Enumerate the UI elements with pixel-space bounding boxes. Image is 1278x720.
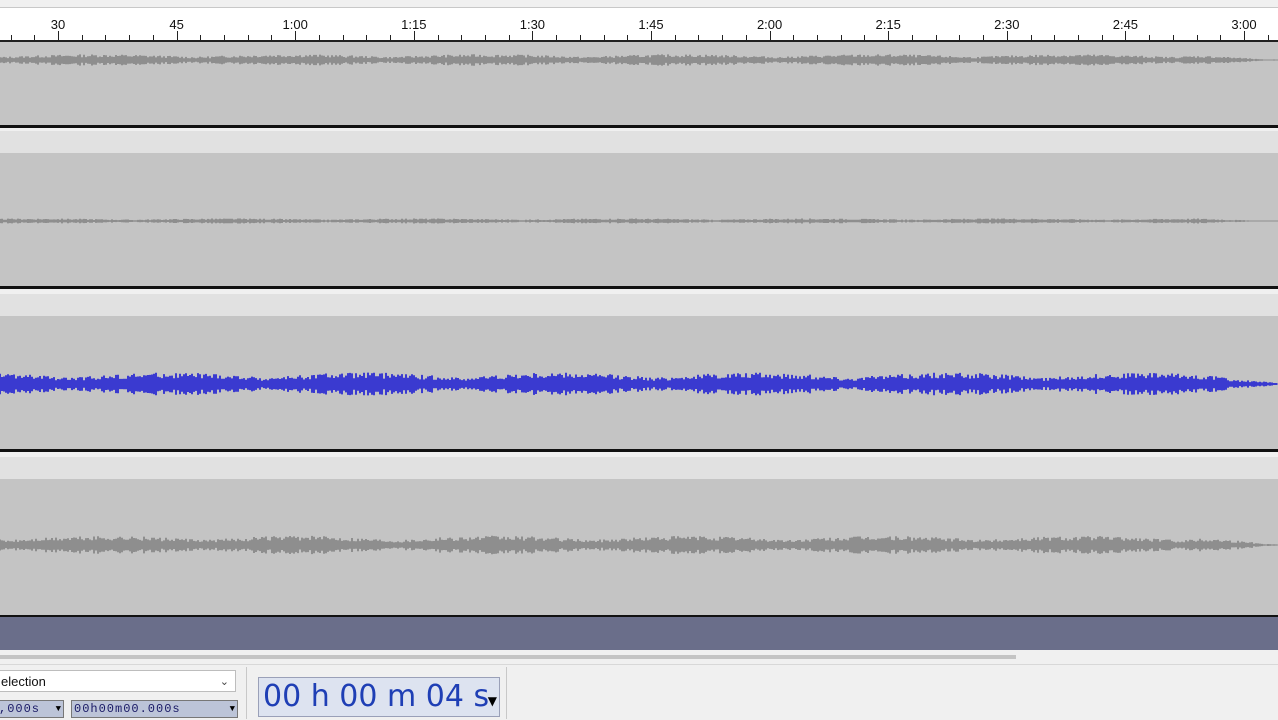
ruler-tick (1077, 35, 1079, 40)
ruler-tick (484, 35, 486, 40)
ruler-tick (152, 35, 154, 40)
ruler-tick (888, 31, 890, 40)
ruler-tick (1172, 35, 1174, 40)
ruler-tick (911, 35, 913, 40)
ruler-tick (959, 35, 961, 40)
waveform-4 (0, 535, 1278, 555)
ruler-tick (176, 31, 178, 40)
selection-start-value: ,000s (0, 702, 41, 716)
ruler-tick (983, 35, 985, 40)
ruler-label: 2:45 (1112, 17, 1139, 32)
ruler-tick (390, 35, 392, 40)
selection-end-value: 00h00m00.000s (74, 702, 181, 716)
track-gap (0, 457, 1278, 479)
ruler-tick (603, 35, 605, 40)
ruler-tick (579, 35, 581, 40)
audio-position-display[interactable]: 00 h 00 m 04 s ▼ (258, 677, 500, 717)
ruler-label: 2:00 (756, 17, 783, 32)
selection-end-time[interactable]: 00h00m00.000s ▼ (71, 700, 238, 718)
ruler-tick (674, 35, 676, 40)
ruler-tick (864, 35, 866, 40)
timeline-ruler[interactable]: 30 45 1:00 1:15 1:30 1:45 2:00 2:15 2:30 2:45 3:00 (0, 8, 1278, 42)
audio-position-value: 00 h 00 m 04 s (263, 679, 490, 714)
ruler-tick (508, 35, 510, 40)
ruler-tick (437, 35, 439, 40)
ruler-tick (10, 35, 12, 40)
selection-toolbar: election ⌄ ,000s ▼ 00h00m00.000s ▼ 00 h … (0, 664, 1278, 719)
track-gap (0, 131, 1278, 153)
ruler-tick (461, 35, 463, 40)
ruler-tick (224, 35, 226, 40)
selection-mode-label: election (1, 674, 46, 689)
ruler-label: 45 (169, 17, 184, 32)
ruler-tick (1101, 35, 1103, 40)
ruler-tick (247, 35, 249, 40)
ruler-tick (769, 31, 771, 40)
ruler-tick (129, 35, 131, 40)
ruler-tick (200, 35, 202, 40)
empty-track-area[interactable] (0, 615, 1278, 650)
dropdown-caret-icon: ▼ (487, 694, 497, 708)
waveform-3 (0, 372, 1278, 396)
dropdown-caret-icon: ▼ (229, 704, 236, 714)
ruler-tick (366, 35, 368, 40)
dropdown-caret-icon: ▼ (55, 704, 62, 714)
ruler-tick (34, 35, 36, 40)
ruler-tick (1244, 31, 1245, 40)
ruler-tick (722, 35, 724, 40)
ruler-tick (105, 35, 107, 40)
waveform-2 (0, 218, 1278, 224)
selection-mode-dropdown[interactable]: election ⌄ (0, 670, 236, 692)
ruler-tick (1220, 35, 1222, 40)
toolbar-separator (246, 667, 247, 719)
audio-track-4[interactable] (0, 479, 1278, 615)
ruler-tick (1149, 35, 1151, 40)
ruler-tick (295, 31, 297, 40)
ruler-tick (342, 35, 344, 40)
ruler-tick (413, 31, 415, 40)
ruler-tick (81, 35, 83, 40)
track-gap (0, 294, 1278, 316)
tracks-area[interactable] (0, 42, 1278, 615)
ruler-label: 1:45 (638, 17, 664, 32)
audio-track-2[interactable] (0, 153, 1278, 289)
ruler-tick (1054, 35, 1056, 40)
ruler-label: 1:30 (519, 17, 546, 32)
ruler-label: 3:00 (1231, 17, 1257, 32)
ruler-tick (58, 31, 59, 40)
ruler-tick (271, 35, 273, 40)
ruler-label: 2:15 (875, 17, 901, 32)
waveform-1 (0, 54, 1278, 66)
ruler-tick (318, 35, 320, 40)
ruler-tick (840, 35, 842, 40)
ruler-tick (532, 31, 534, 40)
ruler-label: 30 (50, 17, 66, 32)
ruler-tick (698, 35, 700, 40)
top-toolbar-strip (0, 0, 1278, 8)
toolbar-separator (506, 667, 507, 719)
ruler-tick (1125, 31, 1127, 40)
ruler-tick (627, 35, 629, 40)
horizontal-scrollbar[interactable] (0, 650, 1278, 664)
chevron-down-icon: ⌄ (219, 676, 229, 688)
ruler-tick (793, 35, 795, 40)
ruler-label: 1:15 (401, 17, 427, 32)
ruler-tick (1006, 31, 1008, 40)
audio-track-3-selected[interactable] (0, 316, 1278, 452)
selection-start-time[interactable]: ,000s ▼ (0, 700, 64, 718)
ruler-tick (745, 35, 747, 40)
ruler-tick (651, 31, 652, 40)
ruler-tick (935, 35, 937, 40)
ruler-tick (817, 35, 819, 40)
ruler-tick (1196, 35, 1198, 40)
ruler-label: 2:30 (994, 17, 1020, 32)
scrollbar-thumb[interactable] (0, 655, 1016, 659)
ruler-tick (1030, 35, 1032, 40)
ruler-tick (556, 35, 558, 40)
ruler-label: 1:00 (282, 17, 308, 32)
ruler-tick (1267, 35, 1269, 40)
audio-track-1[interactable] (0, 42, 1278, 128)
